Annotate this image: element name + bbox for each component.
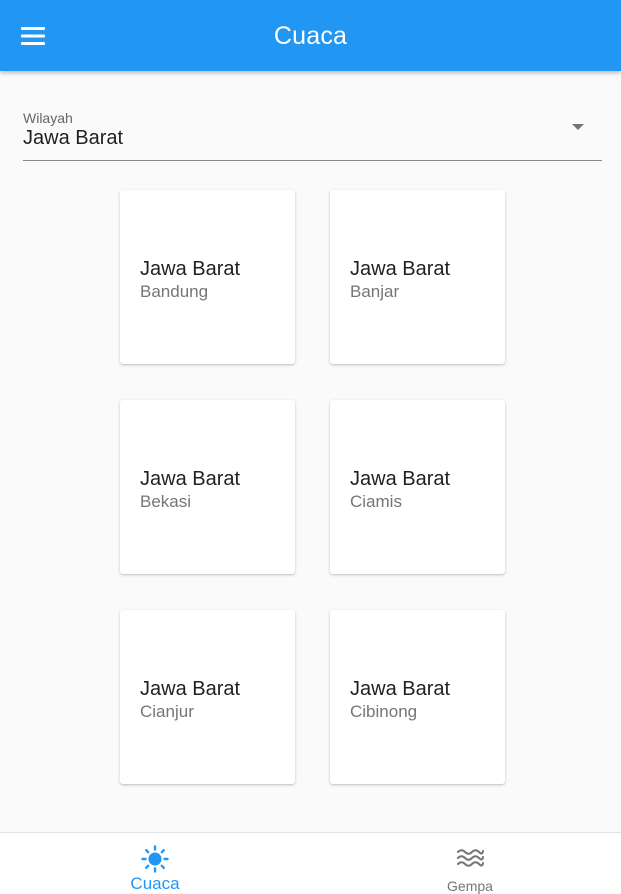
city-card-cibinong[interactable]: Jawa Barat Cibinong: [330, 610, 505, 784]
card-city: Cianjur: [140, 702, 194, 721]
region-dropdown-label: Wilayah: [23, 110, 73, 126]
card-city: Ciamis: [350, 492, 402, 511]
card-city: Bandung: [140, 282, 209, 301]
city-card-banjar[interactable]: Jawa Barat Banjar: [330, 190, 505, 364]
city-card-ciamis[interactable]: Jawa Barat Ciamis: [330, 400, 505, 574]
nav-label-cuaca: Cuaca: [130, 874, 180, 893]
card-province: Jawa Barat: [140, 678, 241, 700]
chevron-down-icon[interactable]: [572, 124, 584, 130]
city-card-bandung[interactable]: Jawa Barat Bandung: [120, 190, 295, 364]
card-province: Jawa Barat: [140, 468, 241, 490]
card-province: Jawa Barat: [140, 258, 241, 280]
sun-icon: [141, 845, 169, 873]
city-card-cianjur[interactable]: Jawa Barat Cianjur: [120, 610, 295, 784]
card-province: Jawa Barat: [350, 258, 451, 280]
bottom-navigation: Cuaca Gempa: [0, 832, 621, 894]
region-dropdown[interactable]: Wilayah Jawa Barat: [23, 106, 602, 161]
city-card-bekasi[interactable]: Jawa Barat Bekasi: [120, 400, 295, 574]
card-province: Jawa Barat: [350, 678, 451, 700]
region-dropdown-value: Jawa Barat: [23, 127, 124, 149]
card-city: Bekasi: [140, 492, 192, 511]
page-title: Cuaca: [273, 22, 348, 50]
app-bar: Cuaca: [0, 0, 621, 71]
card-city: Banjar: [350, 282, 400, 301]
card-city: Cibinong: [350, 702, 418, 721]
nav-item-gempa[interactable]: Gempa: [315, 833, 621, 894]
waves-icon: [457, 849, 484, 867]
card-province: Jawa Barat: [350, 468, 451, 490]
nav-item-cuaca[interactable]: Cuaca: [0, 833, 310, 893]
